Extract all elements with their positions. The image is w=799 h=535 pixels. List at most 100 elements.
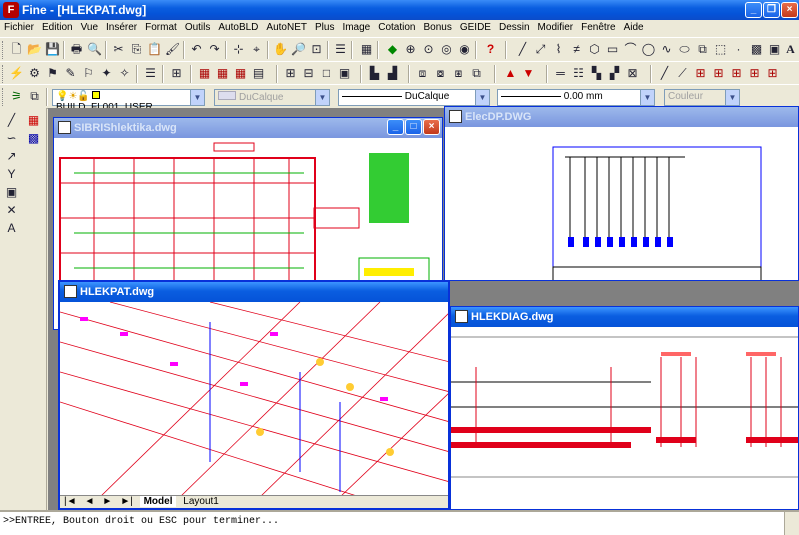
hatch-icon[interactable]: ▩	[748, 41, 765, 58]
window-hlekdiag[interactable]: HLEKDIAG.dwg	[450, 306, 799, 510]
arc-icon[interactable]: ⌒	[622, 41, 639, 58]
circle-icon[interactable]: ◯	[640, 41, 657, 58]
ray-icon[interactable]: ↗	[3, 148, 20, 165]
tool-f1-icon[interactable]: ═	[552, 65, 569, 82]
redo-icon[interactable]: ↷	[206, 41, 223, 58]
tool-f5-icon[interactable]: ⊠	[624, 65, 641, 82]
zoom-window-icon[interactable]: ⊡	[308, 41, 325, 58]
menu-autobld[interactable]: AutoBLD	[214, 20, 262, 37]
menu-autonet[interactable]: AutoNET	[262, 20, 311, 37]
tool-a1-icon[interactable]: ⚡	[8, 65, 25, 82]
tool-g6-icon[interactable]: ⊞	[746, 65, 763, 82]
tool-g1-icon[interactable]: ╱	[656, 65, 673, 82]
zoom-all-icon[interactable]: ◉	[456, 41, 473, 58]
tab-prev-icon[interactable]: ◄	[81, 496, 99, 507]
xline-icon[interactable]: ⤢	[532, 41, 549, 58]
line-icon[interactable]: ╱	[3, 112, 20, 129]
menu-format[interactable]: Format	[141, 20, 181, 37]
polyline-icon[interactable]: ⌇	[550, 41, 567, 58]
layer-combo[interactable]: 💡☀🔓 BUILD_FL001_USER ▼	[52, 89, 205, 113]
chevron-down-icon[interactable]: ▼	[475, 90, 489, 105]
arrow-down-icon[interactable]: ▼	[520, 65, 537, 82]
osnap-icon[interactable]: ⊹	[230, 41, 247, 58]
tool-d1-icon[interactable]: ▙	[366, 65, 383, 82]
make-block-icon[interactable]: ⬚	[712, 41, 729, 58]
tool-c1-icon[interactable]: ⊞	[282, 65, 299, 82]
tool-g7-icon[interactable]: ⊞	[764, 65, 781, 82]
menu-fenetre[interactable]: Fenêtre	[577, 20, 619, 37]
tool-f4-icon[interactable]: ▞	[606, 65, 623, 82]
tool-a9-icon[interactable]: ⊞	[168, 65, 185, 82]
window-elecdp[interactable]: ElecDP.DWG	[444, 106, 799, 281]
tool-v2-icon[interactable]: ▩	[25, 130, 42, 147]
undo-icon[interactable]: ↶	[188, 41, 205, 58]
ellipse-icon[interactable]: ⬭	[676, 41, 693, 58]
block-icon[interactable]: ▣	[3, 184, 20, 201]
pan-icon[interactable]: ✋	[272, 41, 289, 58]
menu-aide[interactable]: Aide	[620, 20, 648, 37]
match-properties-icon[interactable]: 🖌	[164, 41, 181, 58]
drawing-canvas[interactable]	[60, 301, 448, 508]
print-preview-icon[interactable]: 🔍	[86, 41, 103, 58]
tool-g2-icon[interactable]: ⟋	[674, 65, 691, 82]
menu-inserer[interactable]: Insérer	[102, 20, 141, 37]
tool-c3-icon[interactable]: □	[318, 65, 335, 82]
paste-icon[interactable]: 📋	[146, 41, 163, 58]
tool-f2-icon[interactable]: ☷	[570, 65, 587, 82]
text-icon[interactable]: A	[3, 220, 20, 237]
design-center-icon[interactable]: ▦	[358, 41, 375, 58]
zoom-in-icon[interactable]: ⊙	[420, 41, 437, 58]
tool-c4-icon[interactable]: ▣	[336, 65, 353, 82]
tool-a5-icon[interactable]: ⚐	[80, 65, 97, 82]
maximize-button[interactable]: □	[405, 119, 422, 135]
spline-icon[interactable]: ∿	[658, 41, 675, 58]
drawing-canvas[interactable]	[451, 327, 798, 509]
tool-green-icon[interactable]: ◆	[384, 41, 401, 58]
arc-icon[interactable]: ∽	[3, 130, 20, 147]
minimize-button[interactable]: _	[387, 119, 404, 135]
maximize-button[interactable]: ❐	[763, 2, 780, 18]
tab-next-icon[interactable]: ►	[98, 496, 116, 507]
open-file-icon[interactable]: 📂	[26, 41, 43, 58]
print-icon[interactable]: 🖶	[68, 41, 85, 58]
menu-outils[interactable]: Outils	[181, 20, 215, 37]
command-line[interactable]: >>ENTREE, Bouton droit ou ESC pour termi…	[0, 510, 799, 535]
tool-a8-icon[interactable]: ☰	[142, 65, 159, 82]
tool-b4-icon[interactable]: ▤	[250, 65, 267, 82]
tool-b1-icon[interactable]: ▦	[196, 65, 213, 82]
tab-model[interactable]: Model	[139, 496, 177, 507]
menu-edition[interactable]: Edition	[38, 20, 77, 37]
command-line-scrollbar[interactable]	[784, 512, 799, 535]
new-file-icon[interactable]: 🗋	[8, 41, 25, 58]
chevron-down-icon[interactable]: ▼	[190, 90, 204, 105]
tool-c2-icon[interactable]: ⊟	[300, 65, 317, 82]
trim-icon[interactable]: Y	[3, 166, 20, 183]
insert-block-icon[interactable]: ⧉	[694, 41, 711, 58]
mtext-icon[interactable]: A	[782, 41, 799, 58]
break-icon[interactable]: ✕	[3, 202, 20, 219]
menu-fichier[interactable]: Fichier	[0, 20, 38, 37]
multiline-icon[interactable]: ≠	[568, 41, 585, 58]
properties-icon[interactable]: ☰	[332, 41, 349, 58]
tool-g5-icon[interactable]: ⊞	[728, 65, 745, 82]
zoom-previous-icon[interactable]: ◎	[438, 41, 455, 58]
menu-modifier[interactable]: Modifier	[534, 20, 578, 37]
tool-e4-icon[interactable]: ⧉	[468, 65, 485, 82]
tool-f3-icon[interactable]: ▚	[588, 65, 605, 82]
layer-manager-icon[interactable]: ⚞	[8, 88, 25, 105]
tool-e3-icon[interactable]: ⧆	[450, 65, 467, 82]
tool-a3-icon[interactable]: ⚑	[44, 65, 61, 82]
tool-e2-icon[interactable]: ⧇	[432, 65, 449, 82]
line-icon[interactable]: ╱	[514, 41, 531, 58]
ucs-icon[interactable]: ⌖	[248, 41, 265, 58]
tool-g3-icon[interactable]: ⊞	[692, 65, 709, 82]
point-icon[interactable]: ·	[730, 41, 747, 58]
menu-dessin[interactable]: Dessin	[495, 20, 534, 37]
tool-g4-icon[interactable]: ⊞	[710, 65, 727, 82]
close-button[interactable]: ×	[781, 2, 798, 18]
menu-bonus[interactable]: Bonus	[419, 20, 455, 37]
tool-e1-icon[interactable]: ⧈	[414, 65, 431, 82]
help-icon[interactable]: ?	[482, 41, 499, 58]
arrow-up-icon[interactable]: ▲	[502, 65, 519, 82]
lineweight-combo[interactable]: 0.00 mm ▼	[497, 89, 655, 106]
